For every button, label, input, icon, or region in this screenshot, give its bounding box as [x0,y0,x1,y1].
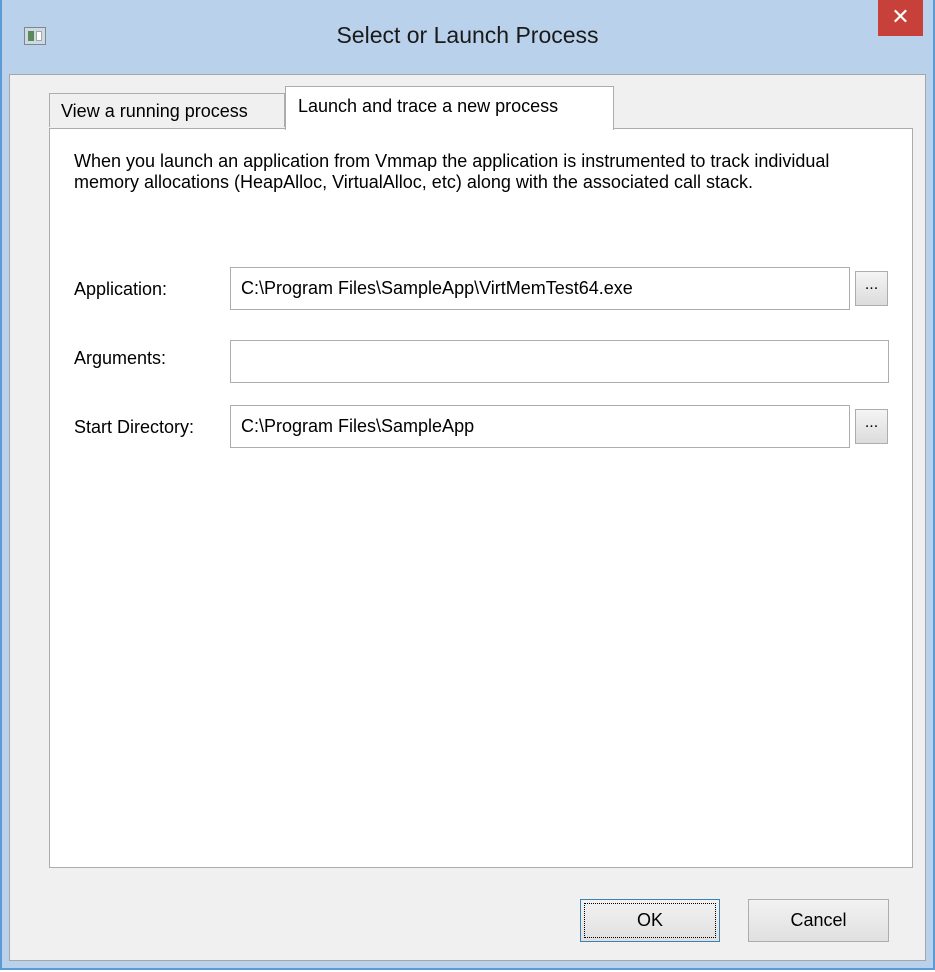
title-bar[interactable]: Select or Launch Process ✕ [2,0,933,74]
window-title: Select or Launch Process [336,22,599,48]
cancel-button[interactable]: Cancel [748,899,889,942]
close-button[interactable]: ✕ [878,0,923,36]
application-browse-button[interactable]: ... [855,271,888,306]
arguments-label: Arguments: [74,348,167,368]
description-text: When you launch an application from Vmma… [74,151,830,192]
dialog-body: View a running process Launch and trace … [9,74,926,961]
application-label: Application: [74,279,168,299]
launch-tab-panel: When you launch an application from Vmma… [49,128,913,868]
application-input[interactable] [230,267,850,310]
start-directory-browse-button[interactable]: ... [855,409,888,444]
start-directory-label: Start Directory: [74,417,195,437]
ok-button[interactable]: OK [580,899,720,942]
tab-view-running-process[interactable]: View a running process [49,93,285,127]
dialog-window: Select or Launch Process ✕ View a runnin… [0,0,935,970]
tab-launch-new-process[interactable]: Launch and trace a new process [285,86,614,130]
start-directory-input[interactable] [230,405,850,448]
arguments-input[interactable] [230,340,889,383]
